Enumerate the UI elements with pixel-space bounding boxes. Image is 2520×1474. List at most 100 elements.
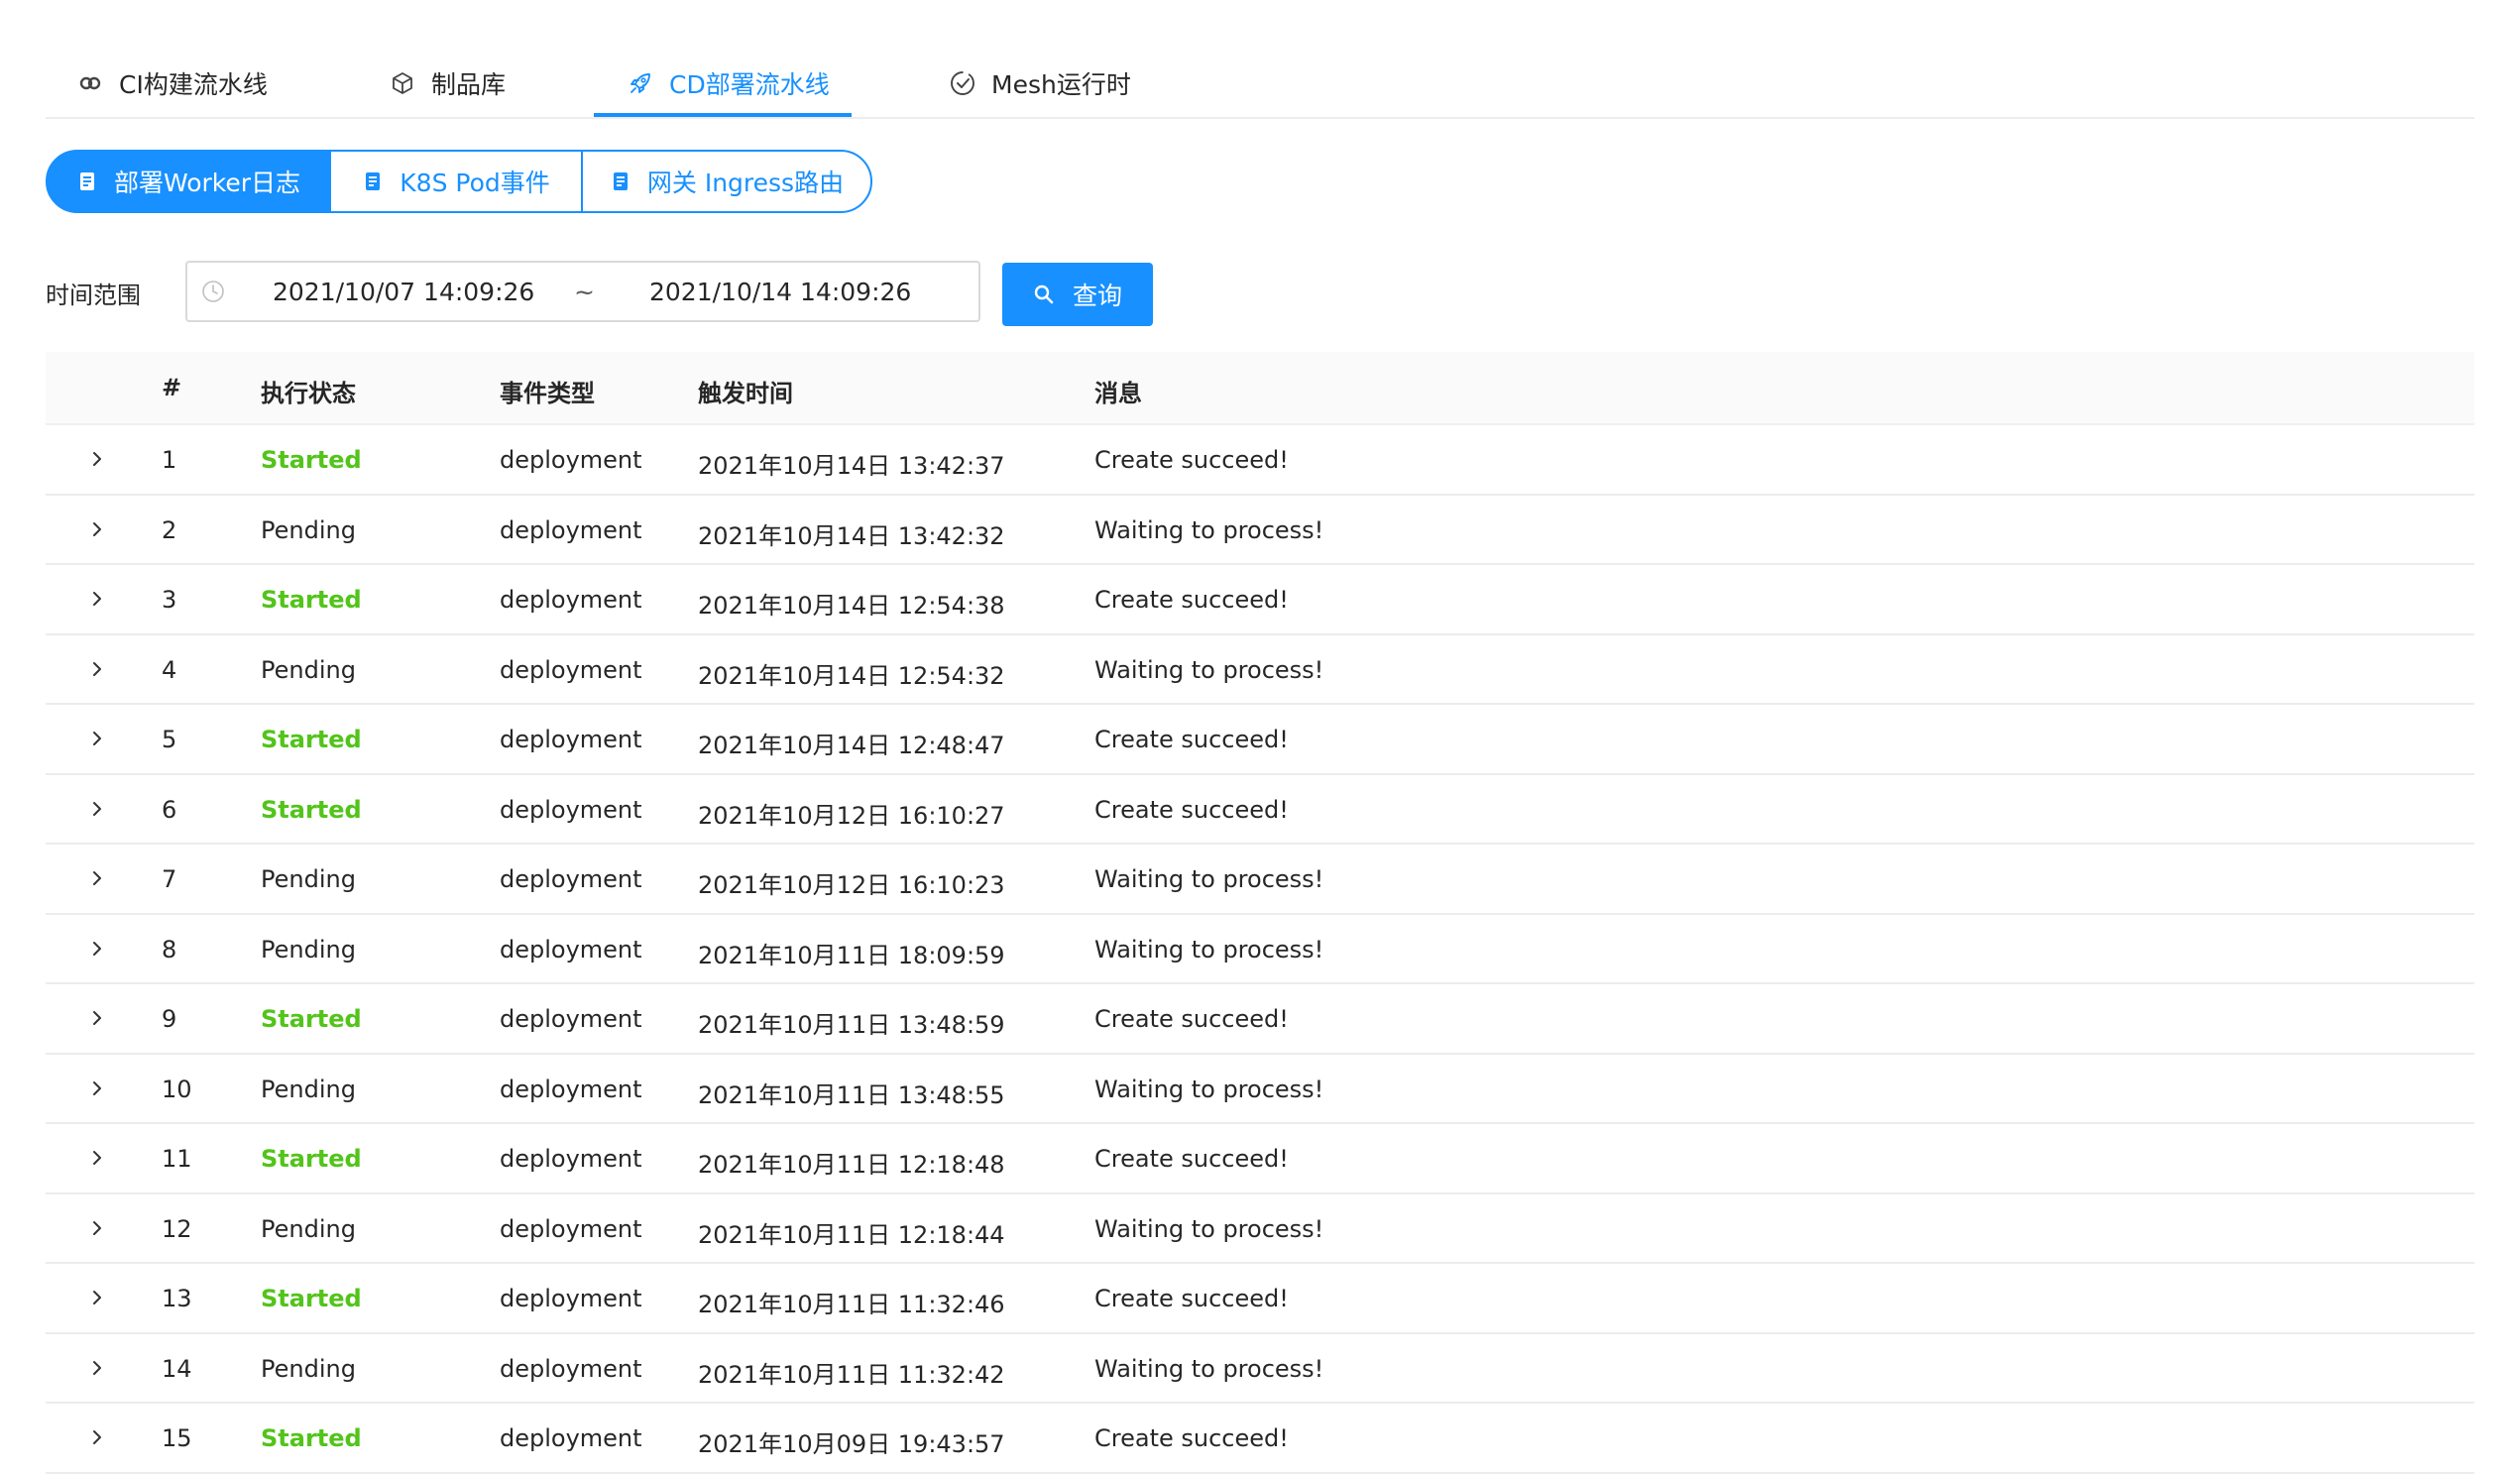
row-index: 5	[162, 726, 177, 753]
header-index: #	[162, 374, 182, 401]
expand-row-button[interactable]	[83, 864, 111, 892]
expand-row-button[interactable]	[83, 585, 111, 613]
message-text: Create succeed!	[1094, 1285, 1289, 1312]
chevron-right-icon	[93, 801, 101, 816]
row-index: 4	[162, 655, 177, 684]
chevron-right-icon	[93, 1011, 101, 1025]
log-icon	[610, 170, 631, 192]
active-tab-indicator	[594, 113, 852, 117]
trigger-time: 2021年10月11日 13:48:59	[698, 1011, 1005, 1039]
cube-icon	[388, 68, 417, 98]
table-row: 9 Started deployment 2021年10月11日 13:48:59 Cr…	[46, 984, 2474, 1055]
chevron-right-icon	[93, 941, 101, 956]
table-row: 12 Pending deployment 2021年10月11日 12:18:44 W…	[46, 1194, 2474, 1264]
time-range-label: 时间范围	[46, 282, 141, 309]
expand-row-button[interactable]	[83, 445, 111, 473]
expand-row-button[interactable]	[83, 1144, 111, 1172]
trigger-time: 2021年10月14日 13:42:32	[698, 521, 1005, 550]
expand-row-button[interactable]	[83, 1354, 111, 1382]
tab-cd-pipeline[interactable]: CD部署流水线	[626, 50, 830, 117]
chevron-right-icon	[93, 1220, 101, 1235]
expand-row-button[interactable]	[83, 1075, 111, 1102]
status-text: Pending	[261, 865, 356, 893]
trigger-time: 2021年10月09日 19:43:57	[698, 1430, 1005, 1458]
chevron-right-icon	[93, 1151, 101, 1165]
header-message: 消息	[1094, 380, 1142, 407]
chevron-right-icon	[93, 1291, 101, 1304]
range-start-input[interactable]: 2021/10/07 14:09:26	[273, 278, 534, 306]
subtab-k8s-pod-events[interactable]: K8S Pod事件	[329, 150, 583, 213]
message-text: Create succeed!	[1094, 586, 1289, 614]
row-index: 6	[162, 795, 177, 824]
status-text: Started	[261, 1424, 362, 1452]
message-text: Waiting to process!	[1094, 1075, 1324, 1103]
log-type-selector: 部署Worker日志 K8S Pod事件 网关 Ingress路由	[46, 150, 872, 213]
tab-ci-pipeline[interactable]: CI构建流水线	[75, 50, 268, 117]
chevron-right-icon	[93, 732, 101, 745]
row-index: 14	[162, 1354, 192, 1383]
search-icon	[1033, 283, 1055, 305]
table-row: 1 Started deployment 2021年10月14日 13:42:37 Cr…	[46, 425, 2474, 496]
trigger-time: 2021年10月14日 12:54:38	[698, 592, 1005, 620]
table-body: 1 Started deployment 2021年10月14日 13:42:37 Cr…	[46, 425, 2474, 1474]
table-row: 6 Started deployment 2021年10月12日 16:10:27 Cr…	[46, 775, 2474, 845]
message-text: Waiting to process!	[1094, 1214, 1324, 1243]
subtab-label: 部署Worker日志	[113, 169, 301, 197]
table-row: 7 Pending deployment 2021年10月12日 16:10:23 Wa…	[46, 845, 2474, 915]
event-type: deployment	[500, 1285, 642, 1312]
message-text: Waiting to process!	[1094, 1354, 1324, 1383]
status-text: Started	[261, 1285, 362, 1312]
chevron-right-icon	[93, 661, 101, 676]
expand-row-button[interactable]	[83, 655, 111, 683]
event-type: deployment	[500, 655, 642, 684]
status-text: Pending	[261, 1214, 356, 1243]
message-text: Waiting to process!	[1094, 655, 1324, 684]
table-header: # 执行状态 事件类型 触发时间 消息	[46, 352, 2474, 425]
event-type: deployment	[500, 935, 642, 964]
check-circle-icon	[948, 68, 977, 98]
status-text: Pending	[261, 935, 356, 964]
subtab-gateway-ingress[interactable]: 网关 Ingress路由	[581, 150, 872, 213]
tab-artifact-repo[interactable]: 制品库	[388, 50, 506, 117]
chevron-right-icon	[93, 1080, 101, 1095]
time-range-picker[interactable]: 2021/10/07 14:09:26 ~ 2021/10/14 14:09:2…	[185, 261, 980, 322]
row-index: 11	[162, 1145, 192, 1173]
expand-row-button[interactable]	[83, 1214, 111, 1242]
tab-label: CI构建流水线	[119, 70, 268, 99]
log-icon	[362, 170, 384, 192]
trigger-time: 2021年10月11日 12:18:48	[698, 1151, 1005, 1179]
trigger-time: 2021年10月11日 18:09:59	[698, 941, 1005, 969]
chevron-right-icon	[93, 1430, 101, 1444]
status-text: Started	[261, 1145, 362, 1173]
expand-row-button[interactable]	[83, 935, 111, 963]
header-trigger-time: 触发时间	[698, 380, 793, 407]
event-type: deployment	[500, 1424, 642, 1452]
row-index: 2	[162, 515, 177, 544]
subtab-worker-log[interactable]: 部署Worker日志	[46, 150, 331, 213]
status-text: Pending	[261, 515, 356, 544]
tab-mesh-runtime[interactable]: Mesh运行时	[948, 50, 1131, 117]
event-type: deployment	[500, 446, 642, 474]
event-type: deployment	[500, 515, 642, 544]
table-row: 10 Pending deployment 2021年10月11日 13:48:55 W…	[46, 1055, 2474, 1124]
cloud-link-icon	[75, 68, 105, 98]
expand-row-button[interactable]	[83, 1284, 111, 1311]
expand-row-button[interactable]	[83, 795, 111, 823]
message-text: Waiting to process!	[1094, 865, 1324, 893]
expand-row-button[interactable]	[83, 1423, 111, 1451]
event-type: deployment	[500, 1354, 642, 1383]
expand-row-button[interactable]	[83, 1004, 111, 1032]
clock-icon	[201, 280, 225, 303]
message-text: Create succeed!	[1094, 1005, 1289, 1033]
query-button[interactable]: 查询	[1002, 263, 1153, 326]
expand-row-button[interactable]	[83, 515, 111, 543]
status-text: Pending	[261, 1075, 356, 1103]
table-row: 3 Started deployment 2021年10月14日 12:54:38 Cr…	[46, 565, 2474, 635]
rocket-icon	[626, 68, 655, 98]
subtab-label: K8S Pod事件	[400, 169, 550, 197]
expand-row-button[interactable]	[83, 725, 111, 752]
range-end-input[interactable]: 2021/10/14 14:09:26	[649, 278, 911, 306]
page: CI构建流水线 制品库 CD部署流水线 Mesh运行时 部署Worker日志 K…	[0, 0, 2520, 1474]
message-text: Create succeed!	[1094, 795, 1289, 824]
tab-label: CD部署流水线	[669, 70, 830, 99]
